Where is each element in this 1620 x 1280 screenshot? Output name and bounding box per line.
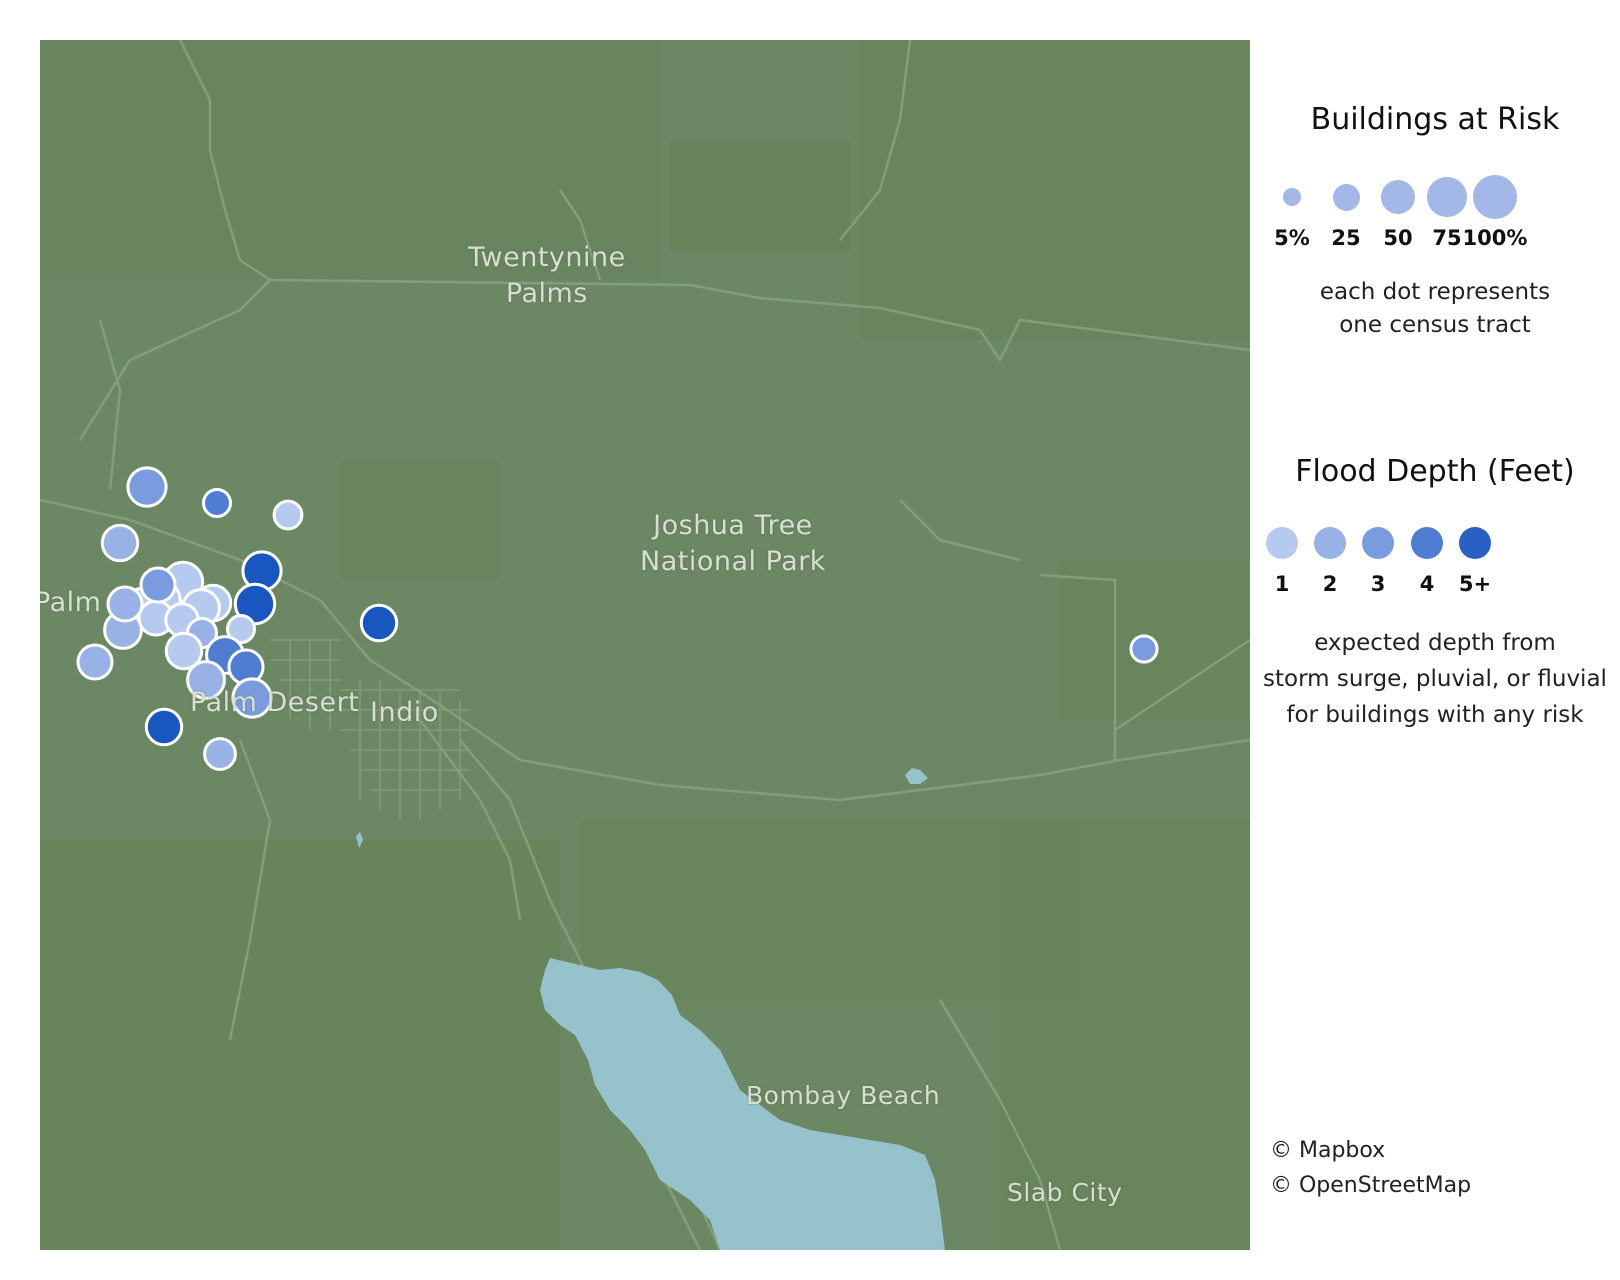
depth-legend-dot	[1411, 527, 1443, 559]
size-legend-note: each dot represents one census tract	[1319, 279, 1551, 338]
legend-panel: Buildings at Risk 5% 25 50 75 100% each dot …	[1250, 40, 1620, 1250]
depth-legend-note: expected depth from storm surge, pluvial…	[1263, 630, 1607, 728]
size-legend-dot	[1380, 179, 1415, 214]
tract-marker[interactable]	[76, 643, 114, 681]
tract-marker[interactable]	[144, 707, 184, 747]
depth-legend-dot	[1266, 527, 1298, 559]
place-label-palm: Palm	[40, 587, 102, 618]
mapbox-credit[interactable]: © Mapbox	[1270, 1138, 1385, 1163]
pond	[905, 768, 928, 784]
tract-markers[interactable]	[76, 466, 1159, 771]
size-legend-title: Buildings at Risk	[1310, 102, 1560, 137]
tract-marker[interactable]	[139, 566, 177, 604]
depth-legend-dot	[1314, 527, 1346, 559]
map-canvas	[40, 40, 1250, 1250]
place-label-palm-desert: Palm Desert	[190, 687, 360, 718]
tract-marker[interactable]	[1129, 634, 1159, 664]
place-label-slab-city: Slab City	[1007, 1178, 1123, 1207]
tract-marker[interactable]	[100, 523, 140, 563]
depth-legend-dot	[1362, 527, 1394, 559]
place-label-indio: Indio	[370, 697, 439, 728]
depth-legend-label: 5+	[1458, 572, 1492, 596]
size-legend-dot	[1283, 188, 1301, 206]
size-legend-dot	[1473, 175, 1517, 219]
map[interactable]: Twentynine Palms Joshua Tree National Park…	[40, 40, 1250, 1250]
depth-legend-dot	[1459, 527, 1491, 559]
tract-marker[interactable]	[203, 737, 237, 771]
place-label-joshua-tree: Joshua Tree National Park	[640, 510, 826, 577]
tract-marker[interactable]	[359, 603, 399, 643]
tract-marker[interactable]	[126, 466, 168, 508]
tract-marker[interactable]	[106, 585, 144, 623]
tract-marker[interactable]	[272, 499, 304, 531]
place-label-bombay-beach: Bombay Beach	[746, 1081, 941, 1110]
osm-credit[interactable]: © OpenStreetMap	[1270, 1173, 1471, 1198]
tract-marker[interactable]	[202, 488, 232, 518]
size-legend-label: 100%	[1462, 226, 1528, 250]
size-legend-dot	[1332, 183, 1360, 211]
place-label-twentynine-palms: Twentynine Palms	[468, 242, 626, 309]
depth-legend-title: Flood Depth (Feet)	[1295, 454, 1575, 489]
size-legend-dot	[1427, 177, 1467, 217]
